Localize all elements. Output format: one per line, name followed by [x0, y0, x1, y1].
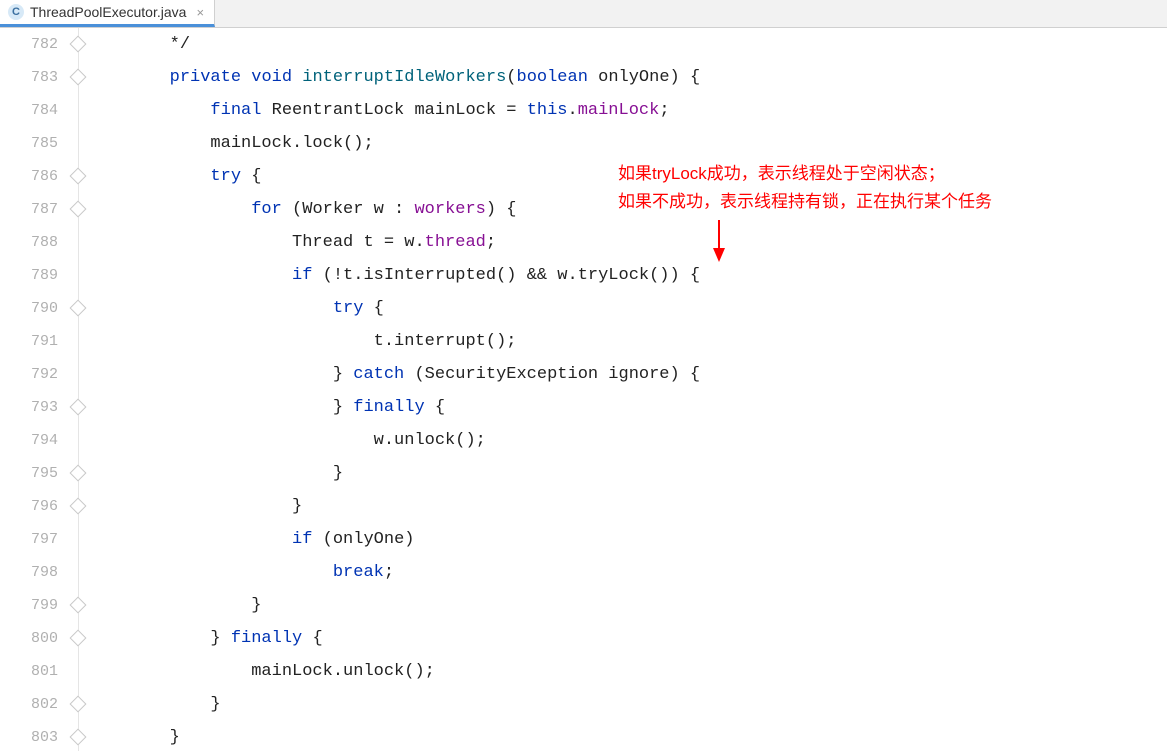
fold-marker-icon[interactable] — [70, 465, 87, 482]
fold-marker-icon[interactable] — [70, 696, 87, 713]
fold-marker-icon[interactable] — [70, 69, 87, 86]
line-number-gutter: 7827837847857867877887897907917927937947… — [0, 28, 70, 751]
code-line[interactable]: mainLock.unlock(); — [88, 655, 1167, 688]
line-number: 797 — [0, 523, 58, 556]
code-line[interactable]: for (Worker w : workers) { — [88, 193, 1167, 226]
line-number: 790 — [0, 292, 58, 325]
fold-marker-icon[interactable] — [70, 729, 87, 746]
code-line[interactable]: break; — [88, 556, 1167, 589]
line-number: 801 — [0, 655, 58, 688]
code-line[interactable]: w.unlock(); — [88, 424, 1167, 457]
fold-marker-icon[interactable] — [70, 36, 87, 53]
code-line[interactable]: } finally { — [88, 622, 1167, 655]
fold-column — [70, 28, 88, 751]
line-number: 792 — [0, 358, 58, 391]
tab-bar: C ThreadPoolExecutor.java × — [0, 0, 1167, 28]
line-number: 803 — [0, 721, 58, 754]
code-content[interactable]: */ private void interruptIdleWorkers(boo… — [88, 28, 1167, 751]
fold-marker-icon[interactable] — [70, 630, 87, 647]
fold-marker-icon[interactable] — [70, 597, 87, 614]
fold-marker-icon[interactable] — [70, 498, 87, 515]
line-number: 795 — [0, 457, 58, 490]
line-number: 789 — [0, 259, 58, 292]
file-tab[interactable]: C ThreadPoolExecutor.java × — [0, 0, 215, 27]
code-line[interactable]: } catch (SecurityException ignore) { — [88, 358, 1167, 391]
code-line[interactable]: } — [88, 589, 1167, 622]
line-number: 798 — [0, 556, 58, 589]
code-line[interactable]: } — [88, 490, 1167, 523]
fold-marker-icon[interactable] — [70, 300, 87, 317]
line-number: 787 — [0, 193, 58, 226]
close-icon[interactable]: × — [192, 5, 204, 20]
code-line[interactable]: t.interrupt(); — [88, 325, 1167, 358]
fold-marker-icon[interactable] — [70, 201, 87, 218]
code-line[interactable]: } — [88, 688, 1167, 721]
code-line[interactable]: */ — [88, 28, 1167, 61]
tab-filename: ThreadPoolExecutor.java — [30, 4, 186, 20]
line-number: 802 — [0, 688, 58, 721]
java-class-icon: C — [8, 4, 24, 20]
code-editor[interactable]: 7827837847857867877887897907917927937947… — [0, 28, 1167, 751]
code-line[interactable]: try { — [88, 160, 1167, 193]
code-line[interactable]: Thread t = w.thread; — [88, 226, 1167, 259]
line-number: 785 — [0, 127, 58, 160]
code-line[interactable]: private void interruptIdleWorkers(boolea… — [88, 61, 1167, 94]
line-number: 784 — [0, 94, 58, 127]
code-line[interactable]: if (onlyOne) — [88, 523, 1167, 556]
line-number: 799 — [0, 589, 58, 622]
fold-marker-icon[interactable] — [70, 168, 87, 185]
line-number: 793 — [0, 391, 58, 424]
line-number: 794 — [0, 424, 58, 457]
code-line[interactable]: try { — [88, 292, 1167, 325]
line-number: 796 — [0, 490, 58, 523]
line-number: 783 — [0, 61, 58, 94]
code-line[interactable]: } finally { — [88, 391, 1167, 424]
line-number: 800 — [0, 622, 58, 655]
code-line[interactable]: } — [88, 721, 1167, 754]
line-number: 782 — [0, 28, 58, 61]
fold-marker-icon[interactable] — [70, 399, 87, 416]
code-line[interactable]: final ReentrantLock mainLock = this.main… — [88, 94, 1167, 127]
code-line[interactable]: mainLock.lock(); — [88, 127, 1167, 160]
code-line[interactable]: } — [88, 457, 1167, 490]
line-number: 786 — [0, 160, 58, 193]
line-number: 788 — [0, 226, 58, 259]
code-line[interactable]: if (!t.isInterrupted() && w.tryLock()) { — [88, 259, 1167, 292]
line-number: 791 — [0, 325, 58, 358]
